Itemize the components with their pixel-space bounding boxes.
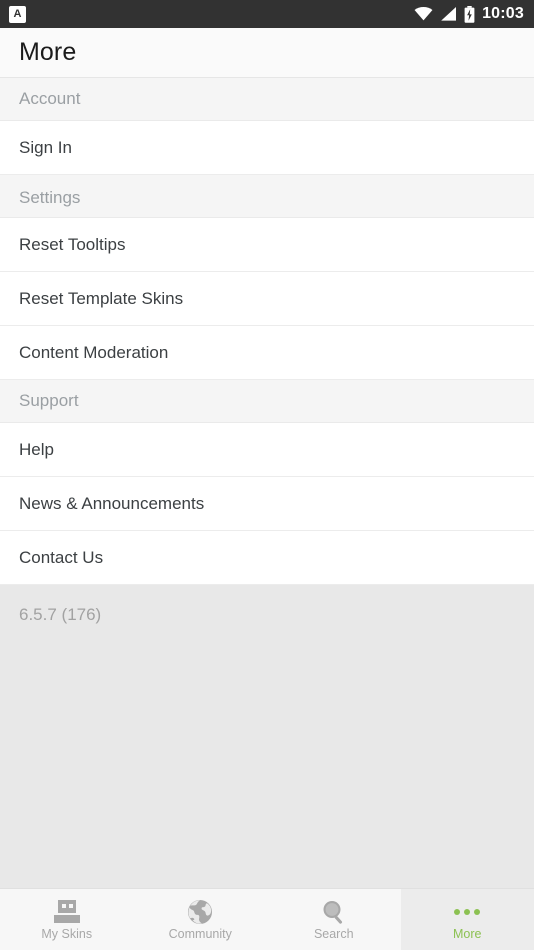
ellipsis-icon bbox=[454, 899, 481, 925]
app-version-footer: 6.5.7 (176) bbox=[0, 585, 534, 888]
app-notification-icon-letter: A bbox=[13, 7, 22, 20]
tab-label: My Skins bbox=[41, 926, 93, 941]
list-item-label: Reset Tooltips bbox=[19, 235, 126, 254]
tab-more[interactable]: More bbox=[400, 889, 534, 950]
tab-community[interactable]: Community bbox=[133, 889, 267, 950]
app-version-text: 6.5.7 (176) bbox=[19, 605, 102, 624]
list-item-contact-us[interactable]: Contact Us bbox=[0, 531, 534, 585]
section-header-label: Support bbox=[19, 391, 79, 410]
list-item-label: Sign In bbox=[19, 138, 72, 157]
list-item-label: Reset Template Skins bbox=[19, 289, 184, 308]
wifi-icon bbox=[414, 7, 433, 21]
tab-label: More bbox=[453, 926, 482, 941]
list-item-label: News & Announcements bbox=[19, 494, 205, 513]
settings-list: Account Sign In Settings Reset Tooltips … bbox=[0, 78, 534, 888]
bottom-navigation-bar: My Skins Community Search More bbox=[0, 888, 534, 950]
section-header-account: Account bbox=[0, 78, 534, 121]
page-title: More bbox=[19, 38, 77, 66]
list-item-reset-tooltips[interactable]: Reset Tooltips bbox=[0, 218, 534, 272]
status-bar-clock: 10:03 bbox=[482, 5, 524, 22]
battery-charging-icon bbox=[464, 5, 475, 23]
app-notification-icon: A bbox=[9, 5, 26, 23]
section-header-settings: Settings bbox=[0, 175, 534, 218]
list-item-content-moderation[interactable]: Content Moderation bbox=[0, 326, 534, 380]
tab-my-skins[interactable]: My Skins bbox=[0, 889, 134, 950]
section-header-label: Account bbox=[19, 89, 81, 108]
title-bar: More bbox=[0, 28, 534, 78]
list-item-label: Content Moderation bbox=[19, 343, 169, 362]
app-screen: A 10:03 More Account Sign In Settings Re… bbox=[0, 0, 534, 950]
status-bar: A 10:03 bbox=[0, 0, 534, 28]
list-item-label: Help bbox=[19, 440, 54, 459]
list-item-help[interactable]: Help bbox=[0, 423, 534, 477]
list-item-sign-in[interactable]: Sign In bbox=[0, 121, 534, 175]
section-header-support: Support bbox=[0, 380, 534, 423]
list-item-label: Contact Us bbox=[19, 548, 104, 567]
tab-label: Community bbox=[168, 926, 232, 941]
list-item-reset-template-skins[interactable]: Reset Template Skins bbox=[0, 272, 534, 326]
tab-search[interactable]: Search bbox=[267, 889, 401, 950]
globe-icon bbox=[187, 899, 213, 925]
list-item-news-and-announcements[interactable]: News & Announcements bbox=[0, 477, 534, 531]
cellular-signal-icon bbox=[441, 7, 457, 21]
magnifier-icon bbox=[321, 899, 347, 925]
status-bar-system-icons: 10:03 bbox=[414, 5, 524, 23]
tab-label: Search bbox=[313, 926, 354, 941]
status-bar-notifications: A bbox=[9, 5, 26, 23]
section-header-label: Settings bbox=[19, 187, 81, 207]
minecraft-skin-icon bbox=[53, 899, 80, 925]
